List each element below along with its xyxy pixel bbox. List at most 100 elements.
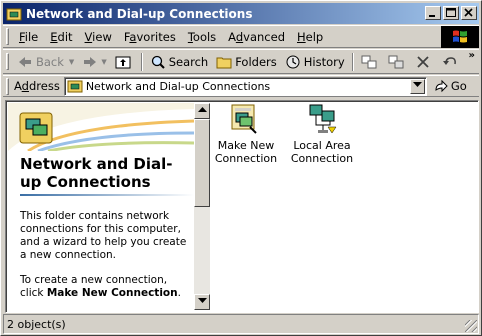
toolbar-grip[interactable] xyxy=(6,53,9,70)
status-bar: 2 object(s) xyxy=(3,314,479,334)
pane-description: This folder contains network connections… xyxy=(20,210,187,261)
menu-advanced-label: vanced xyxy=(243,29,285,44)
scroll-up-button[interactable] xyxy=(194,103,210,119)
menu-edit-label: dit xyxy=(57,29,73,44)
close-button[interactable] xyxy=(461,6,477,20)
network-folder-icon xyxy=(67,80,83,93)
address-input[interactable]: Network and Dial-up Connections xyxy=(63,76,427,96)
menu-help[interactable]: Help xyxy=(291,30,329,44)
item-label-line1: Local Area xyxy=(293,139,351,152)
window-title: Network and Dial-up Connections xyxy=(26,6,253,21)
item-label-line2: Connection xyxy=(214,152,278,165)
maximize-button[interactable] xyxy=(443,6,459,20)
chevron-up-icon xyxy=(197,107,207,112)
chevron-down-icon xyxy=(197,298,207,303)
go-button[interactable]: Go xyxy=(433,78,467,94)
menu-view-label: iew xyxy=(92,29,112,44)
go-label: Go xyxy=(450,79,467,93)
up-folder-icon xyxy=(115,56,131,68)
close-icon xyxy=(464,8,473,17)
title-bar[interactable]: Network and Dial-up Connections xyxy=(3,3,479,24)
lan-connection-icon xyxy=(309,104,337,134)
network-banner-graphic xyxy=(8,103,194,151)
history-icon xyxy=(286,55,300,68)
go-arrow-icon xyxy=(435,79,448,93)
standard-toolbar: Back ▼ ▼ Search Folders History » xyxy=(3,49,479,74)
icon-view: Make New Connection Local Area Connectio… xyxy=(212,103,476,310)
menu-tools-label: ools xyxy=(192,29,217,44)
make-new-connection-item[interactable]: Make New Connection xyxy=(214,103,278,165)
history-button[interactable]: History xyxy=(281,51,349,73)
address-label: Address xyxy=(14,79,60,93)
forward-arrow-icon xyxy=(84,56,97,67)
menu-grip[interactable] xyxy=(6,28,9,45)
create-instructions: To create a new connection, click Make N… xyxy=(20,274,192,300)
back-label: Back xyxy=(36,54,64,69)
windows-logo xyxy=(441,26,479,48)
web-view-pane: Network and Dial-up Connections This fol… xyxy=(8,103,194,310)
menu-help-label: elp xyxy=(305,29,324,44)
delete-button[interactable] xyxy=(411,51,438,73)
minimize-icon xyxy=(429,15,435,17)
menu-favorites[interactable]: Favorites xyxy=(118,30,182,44)
menu-advanced[interactable]: Advanced xyxy=(222,30,291,44)
address-label-rest: dress xyxy=(28,79,60,93)
create-end: . xyxy=(177,287,181,299)
copy-to-button[interactable] xyxy=(384,51,411,73)
item-label-line1: Make New xyxy=(217,139,275,152)
chevron-down-icon xyxy=(412,81,422,87)
back-dropdown-icon[interactable]: ▼ xyxy=(69,58,74,66)
menu-file[interactable]: File xyxy=(13,30,44,44)
address-label-pre: A xyxy=(14,79,22,93)
undo-button[interactable] xyxy=(438,51,465,73)
move-to-icon xyxy=(361,55,377,68)
search-button[interactable]: Search xyxy=(146,51,213,73)
address-grip[interactable] xyxy=(6,77,9,95)
back-button[interactable]: Back ▼ xyxy=(13,51,78,73)
delete-x-icon xyxy=(417,55,429,68)
folders-button[interactable]: Folders xyxy=(212,51,281,73)
windows-flag-icon xyxy=(453,30,467,43)
menu-bar: File Edit View Favorites Tools Advanced … xyxy=(3,25,479,48)
vertical-scrollbar[interactable] xyxy=(194,103,210,310)
folders-icon xyxy=(216,57,232,68)
forward-button[interactable]: ▼ xyxy=(78,51,110,73)
minimize-button[interactable] xyxy=(425,6,441,20)
menu-edit[interactable]: Edit xyxy=(44,30,78,44)
menu-advanced-pre: A xyxy=(228,29,236,44)
undo-icon xyxy=(442,56,456,65)
forward-dropdown-icon[interactable]: ▼ xyxy=(101,58,106,66)
menu-tools[interactable]: Tools xyxy=(182,30,222,44)
item-label-line2: Connection xyxy=(290,152,354,165)
move-to-button[interactable] xyxy=(357,51,384,73)
menu-edit-key: E xyxy=(50,29,58,44)
menu-help-key: H xyxy=(297,29,306,44)
local-area-connection-item[interactable]: Local Area Connection xyxy=(290,103,354,165)
toolbar-separator-2 xyxy=(351,52,354,71)
folder-view: Network and Dial-up Connections This fol… xyxy=(5,100,479,313)
status-text: 2 object(s) xyxy=(7,317,66,331)
resize-grip[interactable] xyxy=(465,320,477,332)
pane-title: Network and Dial-up Connections xyxy=(20,155,173,191)
make-new-connection-icon xyxy=(231,104,257,134)
maximize-icon xyxy=(446,8,456,17)
address-dropdown-button[interactable] xyxy=(409,78,425,94)
title-divider xyxy=(20,194,194,196)
address-label-key: d xyxy=(21,79,29,93)
make-new-connection-link[interactable]: Make New Connection xyxy=(47,287,178,299)
search-icon xyxy=(151,55,165,69)
history-label: History xyxy=(303,54,345,69)
explorer-window: Network and Dial-up Connections File Edi… xyxy=(0,0,482,336)
folders-label: Folders xyxy=(235,54,277,69)
scroll-thumb[interactable] xyxy=(194,119,210,207)
toolbar-chevron[interactable]: » xyxy=(469,50,475,61)
network-folder-icon xyxy=(6,8,22,20)
scroll-down-button[interactable] xyxy=(194,294,210,310)
address-bar: Address Network and Dial-up Connections … xyxy=(3,75,479,97)
menu-file-label: ile xyxy=(24,29,39,44)
copy-to-icon xyxy=(388,55,404,68)
address-value: Network and Dial-up Connections xyxy=(85,79,271,93)
toolbar-separator xyxy=(140,52,143,71)
menu-view[interactable]: View xyxy=(79,30,118,44)
up-button[interactable] xyxy=(111,51,138,73)
